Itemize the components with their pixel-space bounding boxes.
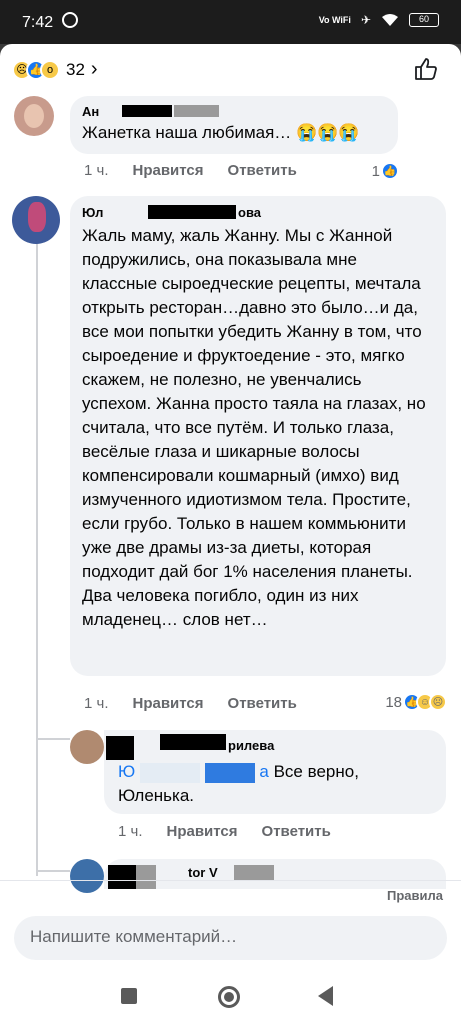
- comment-text: Жаль маму, жаль Жанну. Мы с Жанной подру…: [82, 226, 426, 629]
- reply-actions: 1 ч. Нравится Ответить: [118, 823, 331, 840]
- censored-mention: [139, 762, 200, 783]
- airplane-icon: ✈: [360, 13, 371, 27]
- thread-line: [36, 242, 38, 876]
- chevron-right-icon: ›: [90, 58, 98, 80]
- comment-author[interactable]: Ан: [82, 104, 386, 119]
- comment-bubble: Ан Жанетка наша любимая… 😭😭😭: [70, 96, 398, 154]
- status-icons: Vo WiFi ✈ 60: [319, 13, 439, 27]
- comment-actions: 1 ч. Нравится Ответить: [84, 162, 297, 179]
- rules-link[interactable]: Правила: [387, 888, 443, 903]
- recents-icon[interactable]: [121, 988, 137, 1004]
- avatar[interactable]: [14, 96, 54, 136]
- avatar[interactable]: [70, 859, 104, 893]
- censored-name: [106, 736, 134, 760]
- comment-reaction-count: 1: [371, 162, 380, 180]
- reply-button[interactable]: Ответить: [228, 162, 297, 179]
- sad-reaction-icon: ☹: [429, 693, 447, 711]
- reply-connector: [36, 738, 70, 740]
- android-nav-bar: [0, 980, 461, 1024]
- divider: [0, 880, 461, 881]
- back-icon[interactable]: [318, 986, 333, 1006]
- reply-bubble: tor V: [104, 859, 446, 889]
- battery-icon: 60: [409, 13, 439, 27]
- like-outline-icon[interactable]: [413, 56, 439, 82]
- wow-reaction-icon: o: [40, 59, 60, 80]
- comment-actions: 1 ч. Нравится Ответить: [84, 695, 297, 712]
- like-button[interactable]: Нравится: [167, 823, 238, 840]
- status-bar: 7:42 Vo WiFi ✈ 60: [0, 0, 461, 44]
- comment-time: 1 ч.: [84, 162, 109, 179]
- home-icon[interactable]: [218, 986, 240, 1008]
- reaction-count: 32: [66, 59, 85, 79]
- vowifi-label: Vo WiFi: [318, 14, 351, 25]
- censored-name: [122, 105, 172, 117]
- like-reaction-icon: 👍: [381, 162, 399, 180]
- reply-bubble: рилева Ю а Все верно, Юленька.: [104, 730, 446, 814]
- mention-link[interactable]: а: [259, 762, 268, 781]
- censored-name: [136, 865, 156, 889]
- comment-time: 1 ч.: [84, 695, 109, 712]
- comment-author[interactable]: Юл ова: [82, 205, 434, 222]
- reply-button[interactable]: Ответить: [262, 823, 331, 840]
- censored-name: [174, 105, 219, 117]
- comment-reaction-count: 18: [385, 693, 402, 711]
- comment-bubble: Юл ова Жаль маму, жаль Жанну. Мы с Жанно…: [70, 196, 446, 676]
- comment-reactions[interactable]: 1 👍: [372, 162, 399, 180]
- censored-name: [160, 734, 226, 750]
- comments-sheet: ☹ 👍 o 32 › Ан Жанетка наша любимая… 😭😭😭 …: [0, 44, 461, 980]
- reply-connector: [36, 870, 70, 872]
- avatar[interactable]: [70, 730, 104, 764]
- comment-input[interactable]: Напишите комментарий…: [14, 916, 447, 960]
- censored-name: [234, 865, 274, 881]
- avatar[interactable]: [12, 196, 60, 244]
- comment-reactions[interactable]: 18 👍 ☺ ☹: [385, 693, 447, 711]
- censored-name: [148, 205, 236, 219]
- reply-button[interactable]: Ответить: [228, 695, 297, 712]
- reply-text: Ю а Все верно, Юленька.: [118, 762, 359, 805]
- reactions-summary[interactable]: ☹ 👍 o 32 ›: [12, 58, 98, 81]
- reply-time: 1 ч.: [118, 823, 143, 840]
- mention-link[interactable]: Ю: [118, 762, 135, 781]
- censored-name: [108, 865, 136, 889]
- like-button[interactable]: Нравится: [133, 162, 204, 179]
- like-button[interactable]: Нравится: [133, 695, 204, 712]
- wifi-icon: [382, 14, 398, 26]
- alarm-icon: [62, 12, 78, 28]
- comment-text: Жанетка наша любимая… 😭😭😭: [82, 123, 360, 142]
- reply-author[interactable]: рилева: [228, 738, 274, 753]
- censored-mention: [204, 762, 255, 783]
- status-time: 7:42: [22, 14, 54, 31]
- reply-author[interactable]: tor V: [188, 865, 218, 880]
